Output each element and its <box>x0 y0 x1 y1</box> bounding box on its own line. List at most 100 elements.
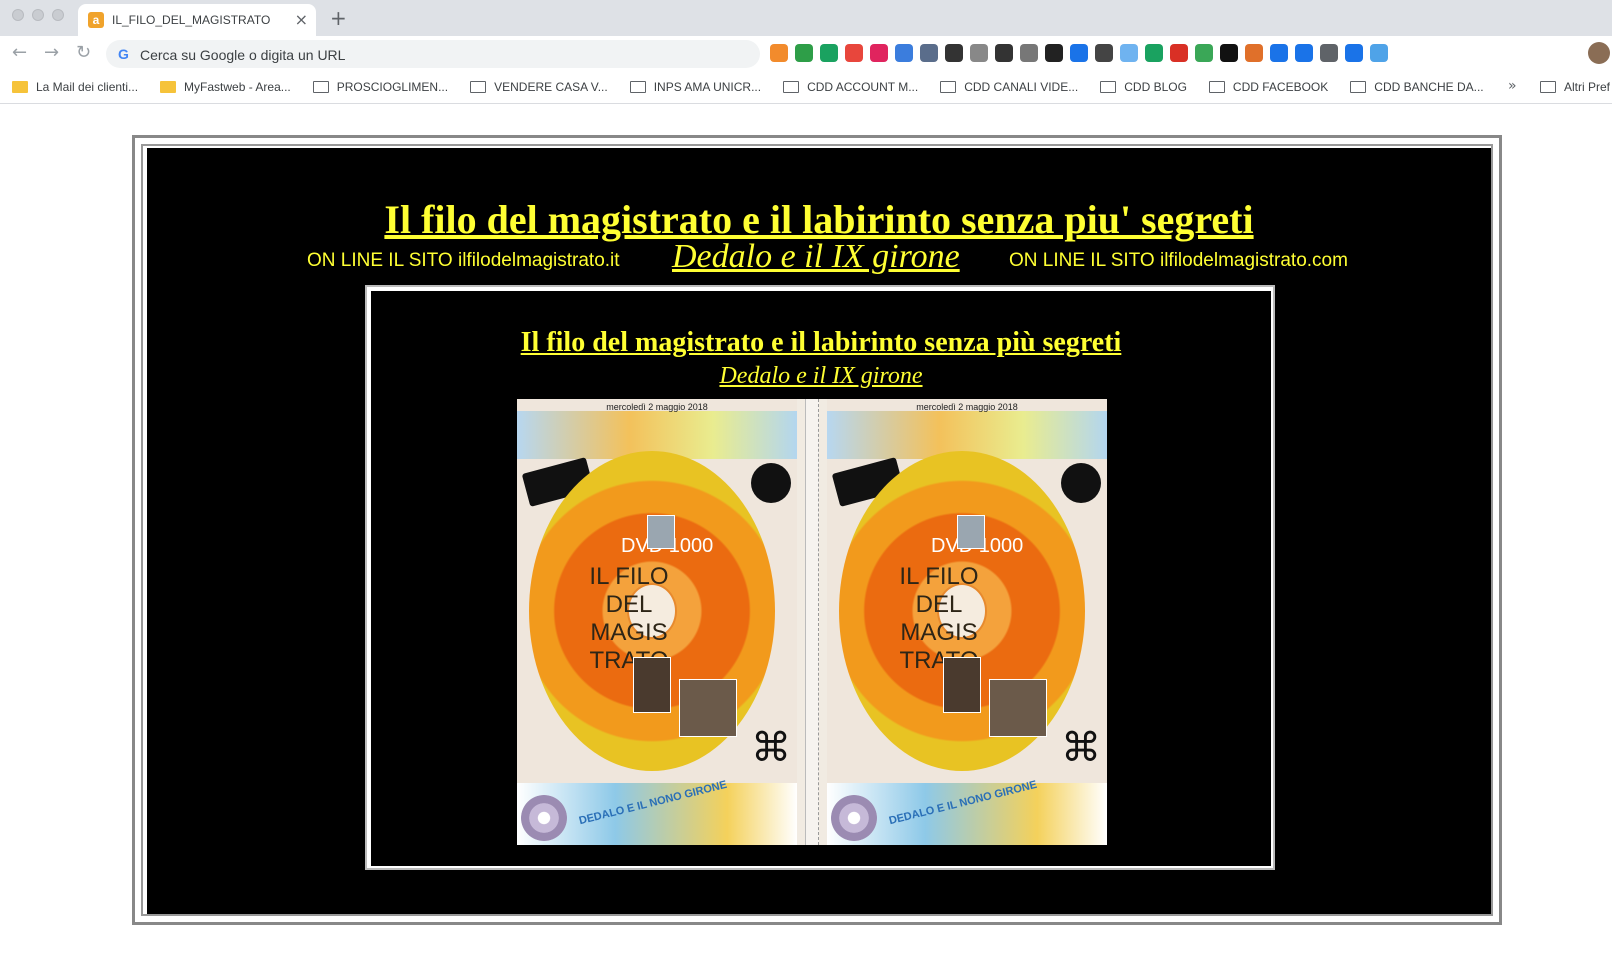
inner-subtitle[interactable]: Dedalo e il IX girone <box>371 363 1271 390</box>
folder-icon <box>629 81 646 93</box>
extension-icon[interactable] <box>920 44 938 62</box>
inner-frame: Il filo del magistrato e il labirinto se… <box>365 285 1275 870</box>
photo-book <box>633 657 671 713</box>
extension-icon[interactable] <box>770 44 788 62</box>
bookmark-label: La Mail dei clienti... <box>36 80 139 94</box>
reload-button[interactable]: ↻ <box>76 42 91 63</box>
tab-strip: a IL_FILO_DEL_MAGISTRATO × + <box>0 0 1612 36</box>
address-placeholder: Cerca su Google o digita un URL <box>140 47 346 63</box>
extension-icon[interactable] <box>1095 44 1113 62</box>
extension-icon[interactable] <box>1145 44 1163 62</box>
favicon-icon: a <box>88 12 104 28</box>
photo-man <box>679 679 737 737</box>
page-viewport: Il filo del magistrato e il labirinto se… <box>0 105 1612 961</box>
bookmark-label: CDD BLOG <box>1124 80 1187 94</box>
bookmark-label: INPS AMA UNICR... <box>653 80 762 94</box>
profile-avatar[interactable] <box>1588 42 1610 64</box>
photo-small <box>647 515 675 549</box>
browser-toolbar: ← → ↻ G Cerca su Google o digita un URL <box>0 36 1612 72</box>
film-reel-icon <box>751 463 791 503</box>
google-icon: G <box>118 46 129 62</box>
bookmark-item[interactable]: CDD ACCOUNT M... <box>783 80 918 94</box>
extension-icon[interactable] <box>795 44 813 62</box>
extension-icon[interactable] <box>1045 44 1063 62</box>
photo-book <box>943 657 981 713</box>
bookmarks-bar: La Mail dei clienti... MyFastweb - Area..… <box>0 72 1612 104</box>
band-label: DEDALO E IL NONO GIRONE <box>577 778 729 828</box>
dvd-cover-image[interactable]: mercoledì 2 maggio 2018 DVD 1000 IL FILO… <box>517 399 1107 845</box>
tab-title: IL_FILO_DEL_MAGISTRATO <box>112 13 271 27</box>
extension-icon[interactable] <box>1345 44 1363 62</box>
bookmark-label: CDD FACEBOOK <box>1232 80 1329 94</box>
extension-icon[interactable] <box>870 44 888 62</box>
online-site-it: ON LINE IL SITO ilfilodelmagistrato.it <box>307 250 620 271</box>
folder-icon <box>312 81 329 93</box>
extension-icon[interactable] <box>1295 44 1313 62</box>
bookmark-item[interactable]: INPS AMA UNICR... <box>629 80 762 94</box>
bookmarks-list: La Mail dei clienti... MyFastweb - Area..… <box>12 80 1506 94</box>
other-bookmarks-label: Altri Pref <box>1564 80 1611 94</box>
cover-fold-divider <box>805 399 819 845</box>
bookmark-item[interactable]: La Mail dei clienti... <box>12 80 138 94</box>
extensions-area <box>770 44 1388 64</box>
folder-icon <box>1540 81 1556 93</box>
bookmark-item[interactable]: PROSCIOGLIMEN... <box>312 80 449 94</box>
online-site-com: ON LINE IL SITO ilfilodelmagistrato.com <box>1009 250 1348 271</box>
tab-close-icon[interactable]: × <box>295 10 308 29</box>
mail-icon <box>160 81 177 93</box>
extension-icon[interactable] <box>820 44 838 62</box>
new-tab-button[interactable]: + <box>330 6 347 30</box>
inner-title[interactable]: Il filo del magistrato e il labirinto se… <box>371 327 1271 359</box>
extension-icon[interactable] <box>1370 44 1388 62</box>
bookmark-label: VENDERE CASA V... <box>494 80 608 94</box>
window-minimize-button[interactable] <box>32 9 44 21</box>
extension-icon[interactable] <box>970 44 988 62</box>
extension-icon[interactable] <box>1245 44 1263 62</box>
outer-inner-border: Il filo del magistrato e il labirinto se… <box>141 144 1493 916</box>
bookmark-item[interactable]: CDD BANCHE DA... <box>1350 80 1484 94</box>
folder-icon <box>1208 81 1225 93</box>
mail-icon <box>12 81 28 93</box>
bookmark-item[interactable]: CDD FACEBOOK <box>1208 80 1329 94</box>
photo-man <box>989 679 1047 737</box>
extension-icon[interactable] <box>1070 44 1088 62</box>
dvd-cover-right: mercoledì 2 maggio 2018 DVD 1000 IL FILO… <box>827 399 1107 845</box>
extension-icon[interactable] <box>1220 44 1238 62</box>
bookmark-item[interactable]: CDD CANALI VIDE... <box>940 80 1078 94</box>
bookmarks-overflow-button[interactable]: » <box>1508 78 1517 94</box>
other-bookmarks[interactable]: Altri Pref <box>1540 80 1612 94</box>
address-bar[interactable]: G Cerca su Google o digita un URL <box>106 40 760 68</box>
extension-icon[interactable] <box>1020 44 1038 62</box>
tab-active[interactable]: a IL_FILO_DEL_MAGISTRATO × <box>78 4 316 36</box>
outer-black-panel: Il filo del magistrato e il labirinto se… <box>147 148 1491 914</box>
cd-icon <box>831 795 877 841</box>
bookmark-item[interactable]: CDD BLOG <box>1100 80 1187 94</box>
folder-icon <box>783 81 800 93</box>
extension-icon[interactable] <box>1320 44 1338 62</box>
bookmark-label: CDD CANALI VIDE... <box>964 80 1079 94</box>
bookmark-item[interactable]: VENDERE CASA V... <box>470 80 608 94</box>
extension-icon[interactable] <box>1270 44 1288 62</box>
photo-small <box>957 515 985 549</box>
extension-icon[interactable] <box>1195 44 1213 62</box>
forward-button[interactable]: → <box>44 42 59 63</box>
command-key-icon: ⌘ <box>751 725 791 771</box>
extension-icon[interactable] <box>845 44 863 62</box>
extension-icon[interactable] <box>1120 44 1138 62</box>
dvd-disc: DVD 1000 IL FILO DEL MAGIS TRATO <box>529 451 775 771</box>
inner-black-panel: Il filo del magistrato e il labirinto se… <box>371 291 1271 866</box>
folder-icon <box>1100 81 1117 93</box>
back-button[interactable]: ← <box>12 42 27 63</box>
bookmark-item[interactable]: MyFastweb - Area... <box>160 80 291 94</box>
bookmark-label: PROSCIOGLIMEN... <box>336 80 449 94</box>
dvd-disc: DVD 1000 IL FILO DEL MAGIS TRATO <box>839 451 1085 771</box>
window-zoom-button[interactable] <box>52 9 64 21</box>
extension-icon[interactable] <box>895 44 913 62</box>
extension-icon[interactable] <box>1170 44 1188 62</box>
extension-icon[interactable] <box>995 44 1013 62</box>
extension-icon[interactable] <box>945 44 963 62</box>
window-close-button[interactable] <box>12 9 24 21</box>
dvd-cover-left: mercoledì 2 maggio 2018 DVD 1000 IL FILO… <box>517 399 797 845</box>
page-title[interactable]: Il filo del magistrato e il labirinto se… <box>147 196 1491 243</box>
page-subtitle[interactable]: Dedalo e il IX girone <box>672 238 960 276</box>
